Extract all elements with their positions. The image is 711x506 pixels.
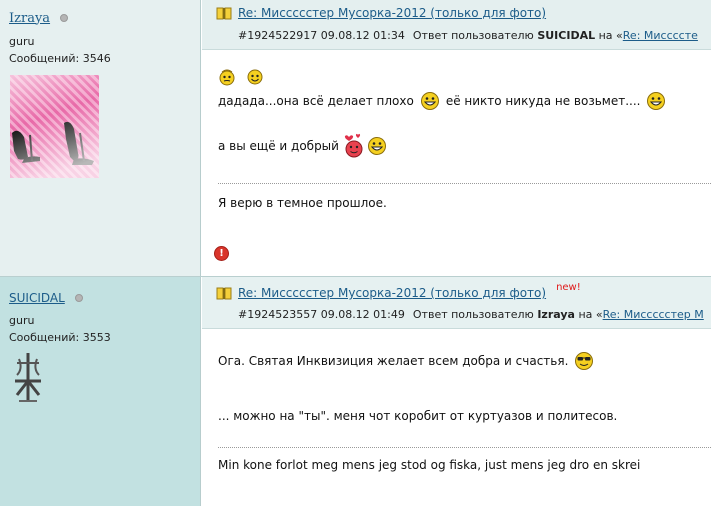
author-name-link[interactable]: SUICIDAL bbox=[9, 291, 65, 305]
thinking-smiley-icon bbox=[219, 69, 235, 86]
reply-prefix: Ответ пользователю bbox=[412, 29, 534, 42]
cool-smiley-icon bbox=[575, 352, 594, 370]
reply-on: на « bbox=[598, 29, 623, 42]
status-offline-icon bbox=[60, 14, 69, 22]
post-meta: #1924522917 09.08.12 01:34 Ответ пользова… bbox=[238, 29, 698, 42]
grin-smiley-icon bbox=[367, 137, 386, 155]
book-icon bbox=[216, 7, 232, 19]
post-1: Izraya guru Сообщений: 3546 Re: Миссссст… bbox=[0, 0, 711, 276]
grin-smiley-icon bbox=[420, 92, 439, 110]
post-text-line: Ога. Святая Инквизиция желает всем добра… bbox=[218, 354, 569, 368]
signature-text: Я верю в темное прошлое. bbox=[218, 196, 387, 210]
post-id-date: #1924523557 09.08.12 01:49 bbox=[238, 308, 405, 321]
signature-separator bbox=[218, 447, 711, 448]
signature-text: Min kone forlot meg mens jeg stod og fis… bbox=[218, 458, 641, 472]
grin-smiley-icon bbox=[647, 92, 666, 110]
avatar[interactable] bbox=[10, 75, 99, 178]
reply-prefix: Ответ пользователю bbox=[412, 308, 534, 321]
post-text-line: ... можно на "ты". меня чот коробит от к… bbox=[218, 409, 618, 423]
dance-smiley-icon bbox=[247, 69, 263, 85]
author-panel: Izraya guru Сообщений: 3546 bbox=[0, 0, 201, 276]
post-meta: #1924523557 09.08.12 01:49 Ответ пользова… bbox=[238, 308, 704, 321]
book-icon bbox=[216, 287, 232, 299]
smiley-row bbox=[218, 68, 264, 86]
post-header: Re: Миссссстер Мусорка-2012 (только для … bbox=[202, 277, 711, 329]
avatar[interactable] bbox=[11, 351, 45, 405]
status-offline-icon bbox=[74, 294, 83, 302]
reply-topic-link[interactable]: Re: Миссссте bbox=[623, 29, 698, 42]
post-text-line: её никто никуда не возьмет.... bbox=[445, 94, 641, 108]
post-content: Re: Миссссстер Мусорка-2012 (только для … bbox=[202, 277, 711, 506]
post-content: Re: Миссссстер Мусорка-2012 (только для … bbox=[202, 0, 711, 276]
love-smiley-icon bbox=[344, 133, 363, 158]
post-text-line: дадада...она всё делает плохо bbox=[218, 94, 414, 108]
new-badge: new! bbox=[556, 281, 581, 293]
reply-user: Izraya bbox=[537, 308, 575, 321]
author-name-link[interactable]: Izraya bbox=[9, 11, 50, 26]
author-panel: SUICIDAL guru Сообщений: 3553 bbox=[0, 277, 201, 506]
reply-topic-link[interactable]: Re: Миссссстер М bbox=[603, 308, 704, 321]
reply-on: на « bbox=[578, 308, 603, 321]
post-header: Re: Миссссстер Мусорка-2012 (только для … bbox=[202, 0, 711, 50]
author-rank: guru bbox=[9, 314, 35, 327]
post-title-link[interactable]: Re: Миссссстер Мусорка-2012 (только для … bbox=[238, 6, 546, 20]
post-id-date: #1924522917 09.08.12 01:34 bbox=[238, 29, 405, 42]
report-icon[interactable]: ! bbox=[214, 246, 229, 261]
author-rank: guru bbox=[9, 35, 35, 48]
signature-separator bbox=[218, 183, 711, 184]
reply-user: SUICIDAL bbox=[537, 29, 596, 42]
author-message-count: Сообщений: 3546 bbox=[9, 52, 111, 65]
author-message-count: Сообщений: 3553 bbox=[9, 331, 111, 344]
post-text-line: а вы ещё и добрый bbox=[218, 139, 339, 153]
post-2: SUICIDAL guru Сообщений: 3553 Re: Мисссс… bbox=[0, 276, 711, 506]
post-title-link[interactable]: Re: Миссссстер Мусорка-2012 (только для … bbox=[238, 286, 546, 300]
